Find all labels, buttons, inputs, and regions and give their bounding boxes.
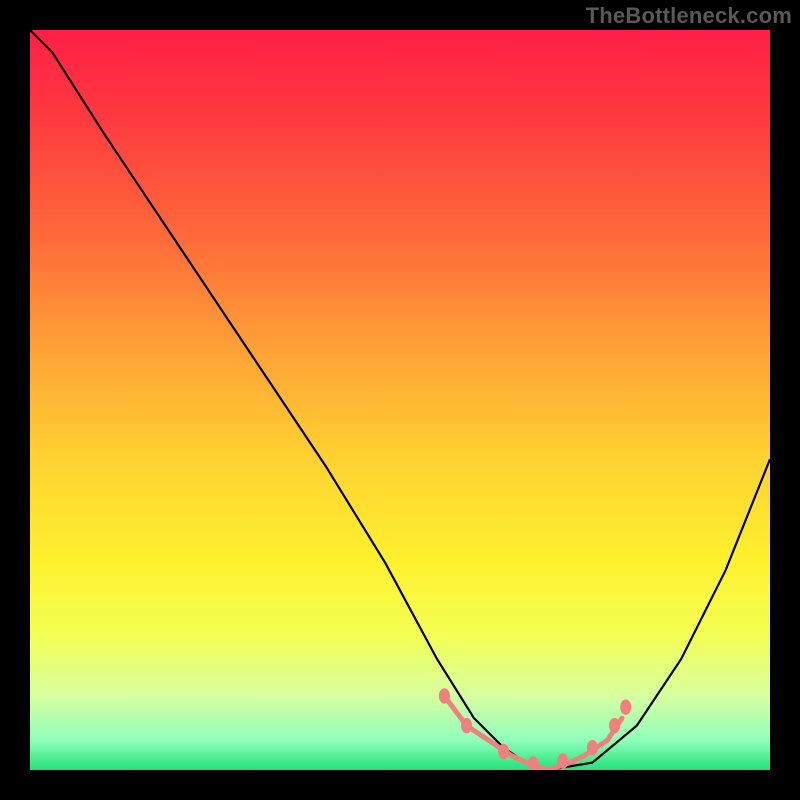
main-curve (30, 30, 770, 770)
highlight-dot (528, 756, 539, 770)
watermark-text: TheBottleneck.com (586, 3, 792, 29)
dots-layer (439, 688, 631, 770)
highlight-dot (620, 699, 631, 715)
chart-frame: TheBottleneck.com (0, 0, 800, 800)
highlight-dot (461, 718, 472, 734)
highlight-dot (609, 718, 620, 734)
curve-layer (30, 30, 770, 770)
highlight-dot (587, 740, 598, 756)
highlight-dot (557, 753, 568, 769)
plot-area (30, 30, 770, 770)
highlight-dot (498, 744, 509, 760)
chart-svg (30, 30, 770, 770)
highlight-dot (439, 688, 450, 704)
